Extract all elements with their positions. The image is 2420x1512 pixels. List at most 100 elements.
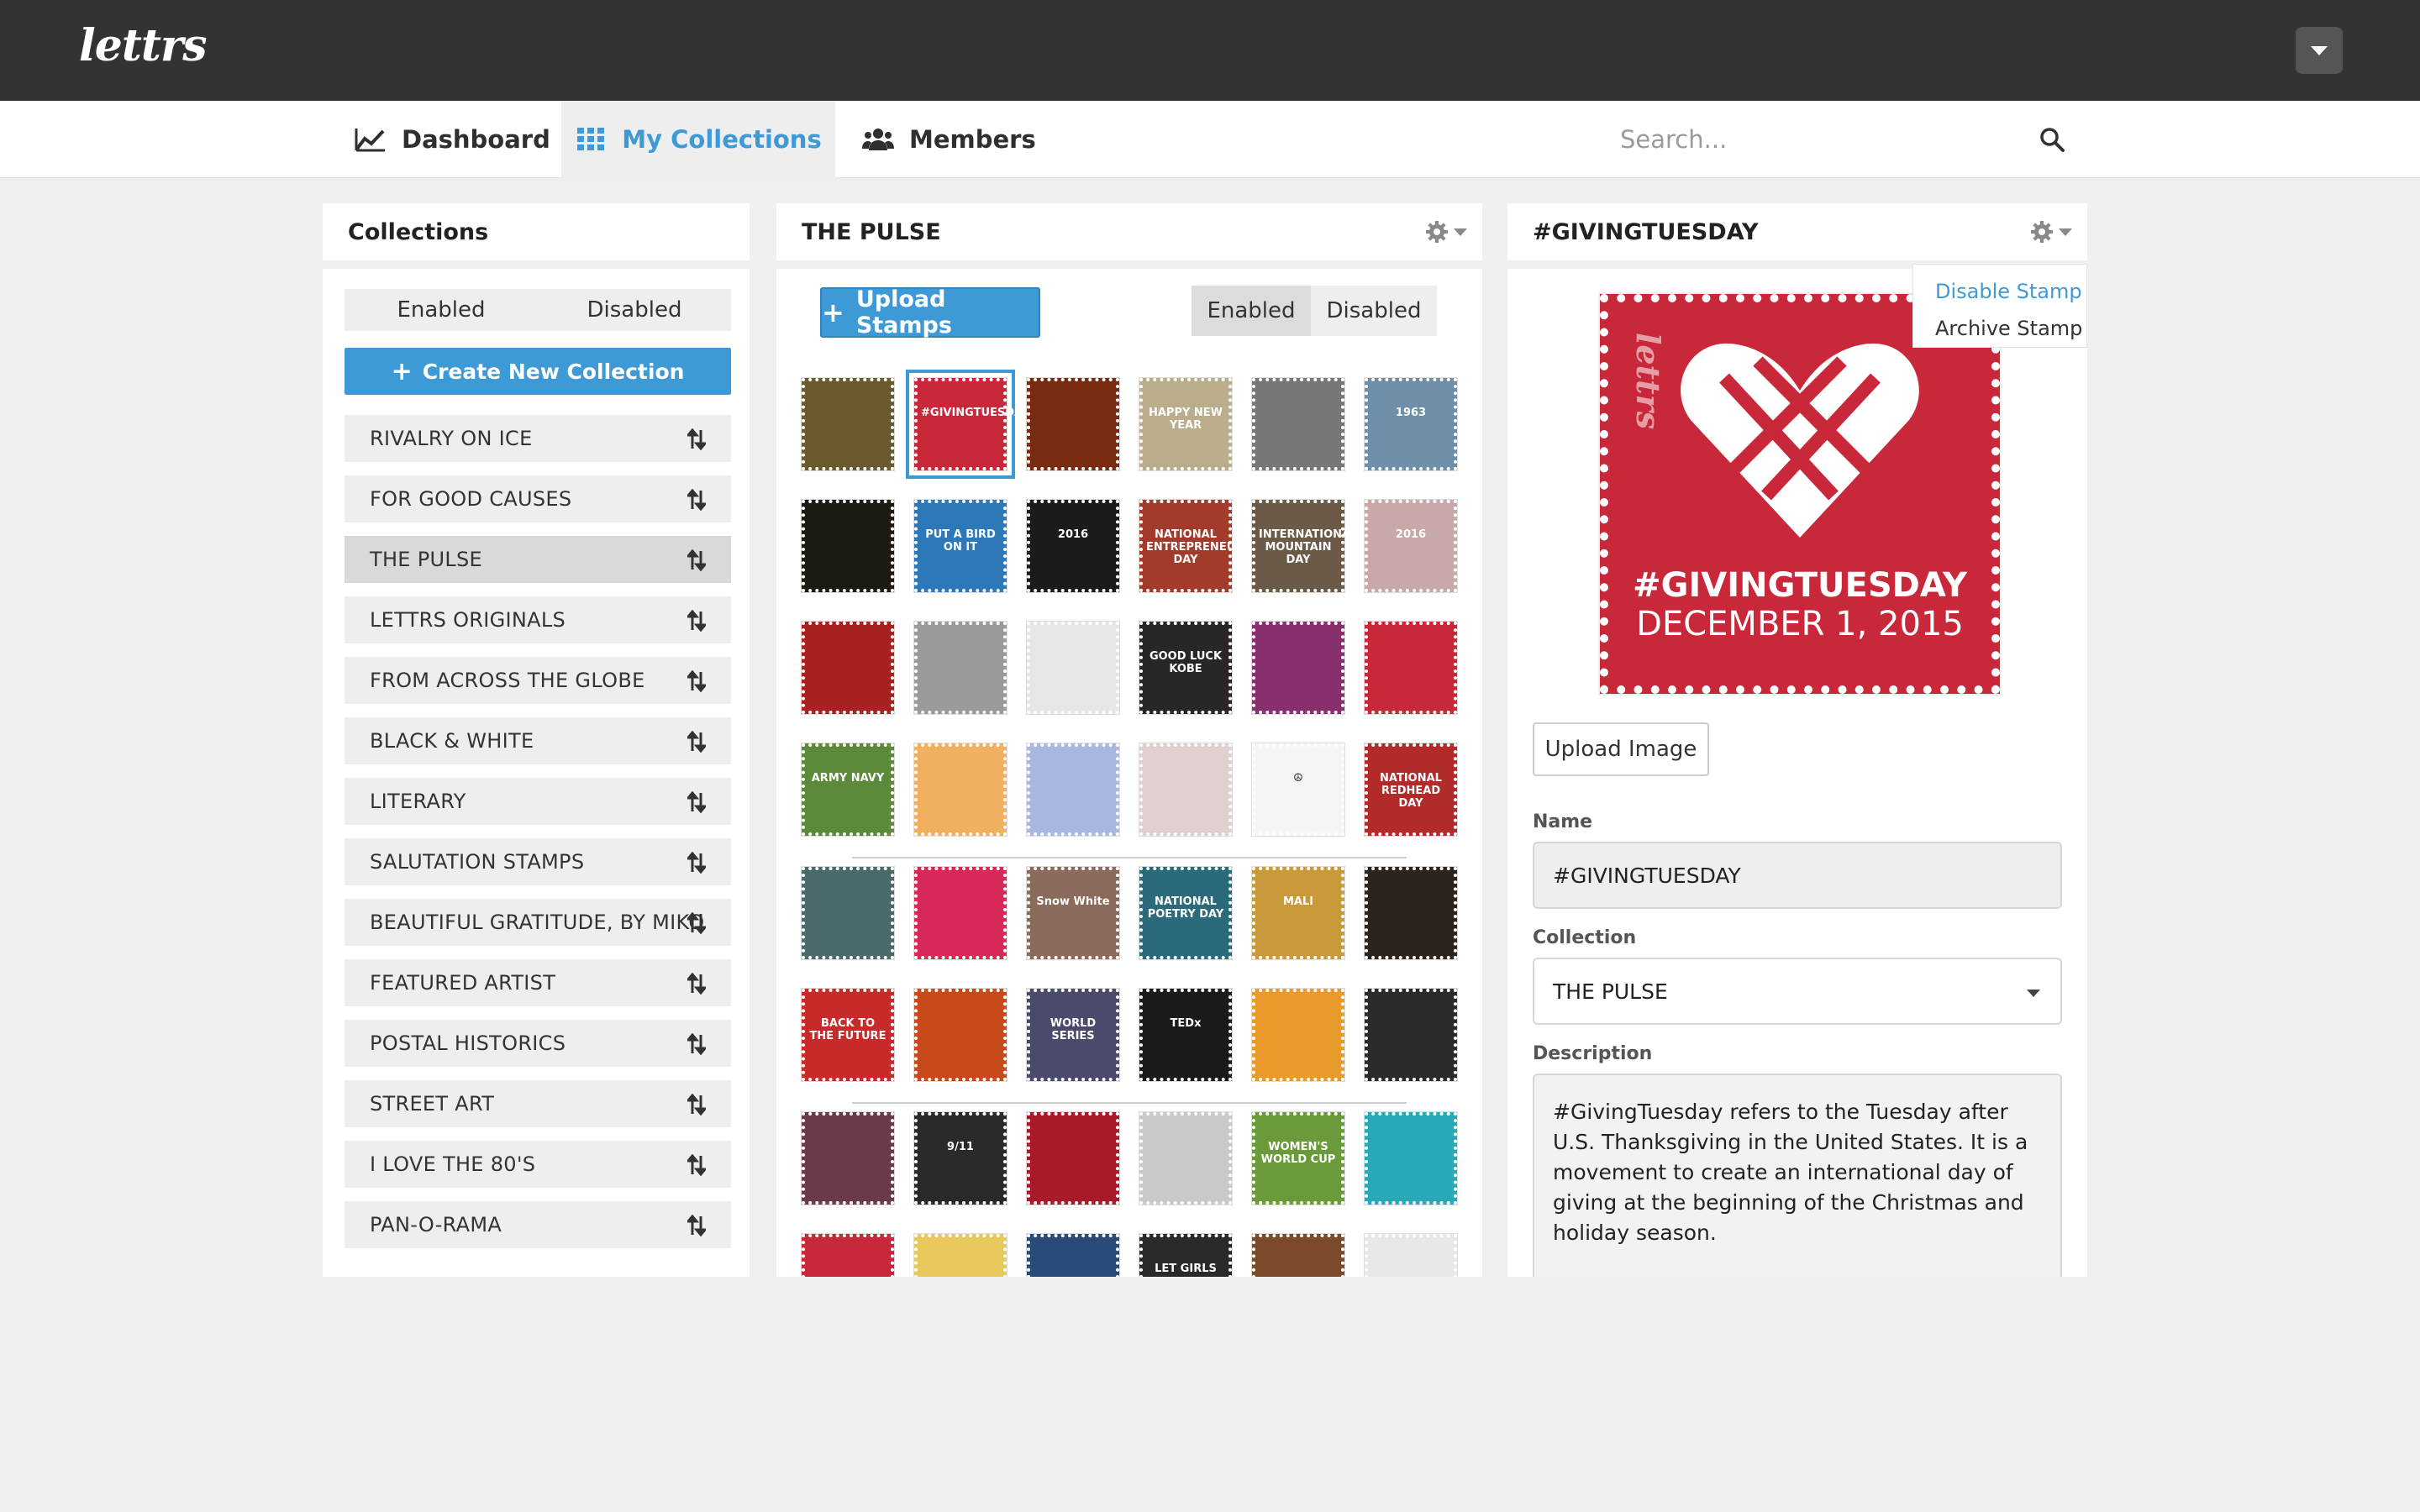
stamp-thumbnail[interactable]: [1139, 1112, 1232, 1205]
collection-item[interactable]: STREET ART: [345, 1080, 731, 1127]
stamp-thumbnail[interactable]: [802, 1112, 894, 1205]
collection-settings-menu[interactable]: [1425, 220, 1467, 244]
stamp-thumbnail[interactable]: [802, 1234, 894, 1277]
stamp-thumbnail-text: 1963: [1395, 407, 1427, 419]
stamp-thumbnail[interactable]: [1365, 867, 1457, 959]
stamp-thumbnail[interactable]: #GIVINGTUESDAY: [906, 370, 1029, 479]
collection-item[interactable]: I LOVE THE 80'S: [345, 1141, 731, 1188]
sort-handle-icon[interactable]: [687, 610, 706, 632]
sort-handle-icon[interactable]: [687, 549, 706, 571]
collection-item[interactable]: BEAUTIFUL GRATITUDE, BY MIKO: [345, 899, 731, 946]
stamp-thumbnail[interactable]: [1139, 743, 1232, 836]
sort-handle-icon[interactable]: [687, 1215, 706, 1236]
tab-dashboard[interactable]: Dashboard: [355, 101, 561, 178]
search-icon[interactable]: [2039, 126, 2065, 153]
stamp-thumbnail[interactable]: ☮: [1252, 743, 1344, 836]
tab-members[interactable]: Members: [862, 101, 1081, 178]
sort-handle-icon[interactable]: [687, 670, 706, 692]
collection-item[interactable]: THE PULSE: [345, 536, 731, 583]
line-chart-icon: [355, 127, 387, 152]
collection-item[interactable]: RIVALRY ON ICE: [345, 415, 731, 462]
stamp-thumbnail[interactable]: TEDx: [1139, 989, 1232, 1081]
upload-stamps-button[interactable]: + Upload Stamps: [820, 286, 1040, 339]
stamp-thumbnail[interactable]: [1252, 378, 1344, 470]
stamps-enabled-option[interactable]: Enabled: [1192, 286, 1311, 336]
stamps-disabled-option[interactable]: Disabled: [1311, 286, 1437, 336]
stamp-thumbnail[interactable]: PUT A BIRD ON IT: [914, 500, 1007, 592]
stamp-thumbnail[interactable]: 9/11: [914, 1112, 1007, 1205]
sort-handle-icon[interactable]: [687, 1033, 706, 1055]
sort-handle-icon[interactable]: [687, 1094, 706, 1116]
search-input[interactable]: [1620, 116, 2070, 163]
sort-handle-icon[interactable]: [687, 973, 706, 995]
sort-handle-icon[interactable]: [687, 852, 706, 874]
stamp-settings-menu[interactable]: [2030, 220, 2072, 244]
collection-item[interactable]: PAN-O-RAMA: [345, 1201, 731, 1248]
stamp-thumbnail[interactable]: [914, 989, 1007, 1081]
stamp-thumbnail[interactable]: HAPPY NEW YEAR: [1139, 378, 1232, 470]
stamp-thumbnail[interactable]: NATIONAL REDHEAD DAY: [1365, 743, 1457, 836]
stamp-thumbnail[interactable]: [1365, 622, 1457, 714]
name-field[interactable]: #GIVINGTUESDAY: [1533, 842, 2062, 909]
stamp-thumbnail[interactable]: [1027, 1112, 1119, 1205]
stamp-thumbnail[interactable]: LET GIRLS: [1139, 1234, 1232, 1277]
collection-item[interactable]: LETTRS ORIGINALS: [345, 596, 731, 643]
stamp-thumbnail[interactable]: [802, 867, 894, 959]
app-logo[interactable]: lettrs: [79, 20, 208, 71]
collection-item[interactable]: LITERARY: [345, 778, 731, 825]
collection-item[interactable]: FEATURED ARTIST: [345, 959, 731, 1006]
upload-image-button[interactable]: Upload Image: [1533, 722, 1709, 776]
stamp-thumbnail[interactable]: MALI: [1252, 867, 1344, 959]
stamp-thumbnail[interactable]: [1365, 1112, 1457, 1205]
disable-stamp-menu-item[interactable]: Disable Stamp: [1913, 273, 2086, 310]
sort-handle-icon[interactable]: [687, 731, 706, 753]
stamp-thumbnail[interactable]: 1963: [1365, 378, 1457, 470]
stamp-thumbnail[interactable]: ARMY NAVY: [802, 743, 894, 836]
description-field[interactable]: #GivingTuesday refers to the Tuesday aft…: [1533, 1074, 2062, 1277]
stamp-thumbnail[interactable]: [1027, 743, 1119, 836]
stamp-thumbnail[interactable]: [1252, 622, 1344, 714]
tab-my-collections[interactable]: My Collections: [561, 101, 835, 178]
stamp-thumbnail[interactable]: WOMEN'S WORLD CUP: [1252, 1112, 1344, 1205]
stamp-thumbnail[interactable]: [1027, 1234, 1119, 1277]
stamp-thumbnail[interactable]: WORLD SERIES: [1027, 989, 1119, 1081]
sort-handle-icon[interactable]: [687, 428, 706, 450]
stamp-thumbnail[interactable]: [914, 622, 1007, 714]
stamp-thumbnail[interactable]: [914, 1234, 1007, 1277]
stamp-thumbnail[interactable]: NATIONAL POETRY DAY: [1139, 867, 1232, 959]
stamp-thumbnail-text: NATIONAL REDHEAD DAY: [1380, 772, 1442, 810]
stamp-thumbnail[interactable]: 2016: [1365, 500, 1457, 592]
create-collection-button[interactable]: + Create New Collection: [345, 348, 731, 395]
stamp-thumbnail[interactable]: BACK TO THE FUTURE: [802, 989, 894, 1081]
stamp-thumbnail[interactable]: [1027, 378, 1119, 470]
stamp-thumbnail[interactable]: [1365, 989, 1457, 1081]
stamp-thumbnail[interactable]: [914, 867, 1007, 959]
stamp-thumbnail[interactable]: Snow White: [1027, 867, 1119, 959]
stamp-thumbnail[interactable]: [1365, 1234, 1457, 1277]
stamp-thumbnail[interactable]: NATIONAL ENTREPRENEURS DAY: [1139, 500, 1252, 592]
collection-item[interactable]: SALUTATION STAMPS: [345, 838, 731, 885]
sort-handle-icon[interactable]: [687, 912, 706, 934]
stamp-thumbnail[interactable]: [914, 743, 1007, 836]
sort-handle-icon[interactable]: [687, 791, 706, 813]
collection-item[interactable]: BLACK & WHITE: [345, 717, 731, 764]
collection-item[interactable]: FROM ACROSS THE GLOBE: [345, 657, 731, 704]
collection-item[interactable]: FOR GOOD CAUSES: [345, 475, 731, 522]
stamp-thumbnail[interactable]: [1027, 622, 1119, 714]
collection-select[interactable]: THE PULSE: [1533, 958, 2062, 1025]
collections-disabled-option[interactable]: Disabled: [538, 289, 731, 331]
sort-handle-icon[interactable]: [687, 489, 706, 511]
stamp-thumbnail[interactable]: 2016: [1027, 500, 1119, 592]
collection-item[interactable]: POSTAL HISTORICS: [345, 1020, 731, 1067]
stamp-thumbnail[interactable]: GOOD LUCK KOBE: [1139, 622, 1232, 714]
archive-stamp-menu-item[interactable]: Archive Stamp: [1913, 310, 2086, 347]
stamp-thumbnail[interactable]: [802, 378, 894, 470]
stamp-thumbnail[interactable]: [1252, 1234, 1344, 1277]
collections-enabled-option[interactable]: Enabled: [345, 289, 538, 331]
sort-handle-icon[interactable]: [687, 1154, 706, 1176]
stamp-thumbnail[interactable]: INTERNATIONAL MOUNTAIN DAY: [1252, 500, 1357, 592]
stamp-thumbnail[interactable]: [802, 500, 894, 592]
user-menu-button[interactable]: [2296, 27, 2343, 74]
stamp-thumbnail[interactable]: [802, 622, 894, 714]
stamp-thumbnail[interactable]: [1252, 989, 1344, 1081]
